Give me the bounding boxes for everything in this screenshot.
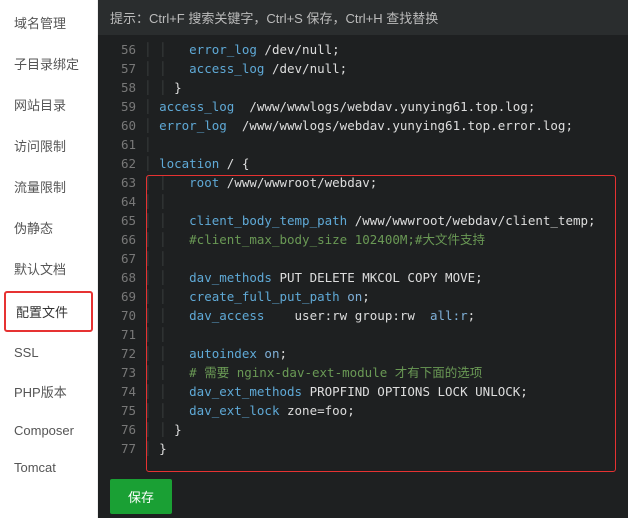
line-number: 60	[98, 116, 144, 135]
sidebar-item-2[interactable]: 网站目录	[0, 84, 97, 125]
code-line: 56│ │ error_log /dev/null;	[98, 40, 628, 59]
line-number: 66	[98, 230, 144, 249]
line-number: 56	[98, 40, 144, 59]
line-number: 64	[98, 192, 144, 211]
main-panel: 提示：Ctrl+F 搜索关键字，Ctrl+S 保存，Ctrl+H 查找替换 56…	[98, 0, 628, 518]
line-number: 63	[98, 173, 144, 192]
line-number: 76	[98, 420, 144, 439]
code-line: 70│ │ dav_access user:rw group:rw all:r;	[98, 306, 628, 325]
code-editor[interactable]: 56│ │ error_log /dev/null;57│ │ access_l…	[98, 35, 628, 518]
sidebar-item-8[interactable]: SSL	[0, 334, 97, 371]
code-line: 59│ access_log /www/wwwlogs/webdav.yunyi…	[98, 97, 628, 116]
line-number: 70	[98, 306, 144, 325]
sidebar-item-4[interactable]: 流量限制	[0, 166, 97, 207]
line-number: 59	[98, 97, 144, 116]
code-line: 73│ │ # 需要 nginx-dav-ext-module 才有下面的选项	[98, 363, 628, 382]
line-number: 65	[98, 211, 144, 230]
hint-bar: 提示：Ctrl+F 搜索关键字，Ctrl+S 保存，Ctrl+H 查找替换	[98, 0, 628, 35]
code-line: 68│ │ dav_methods PUT DELETE MKCOL COPY …	[98, 268, 628, 287]
code-line: 69│ │ create_full_put_path on;	[98, 287, 628, 306]
code-line: 75│ │ dav_ext_lock zone=foo;	[98, 401, 628, 420]
sidebar-item-0[interactable]: 域名管理	[0, 2, 97, 43]
code-line: 65│ │ client_body_temp_path /www/wwwroot…	[98, 211, 628, 230]
code-line: 64│ │	[98, 192, 628, 211]
line-number: 68	[98, 268, 144, 287]
line-number: 62	[98, 154, 144, 173]
sidebar-item-11[interactable]: Tomcat	[0, 449, 97, 486]
code-line: 63│ │ root /www/wwwroot/webdav;	[98, 173, 628, 192]
sidebar-item-3[interactable]: 访问限制	[0, 125, 97, 166]
save-button[interactable]: 保存	[110, 479, 172, 514]
sidebar-item-6[interactable]: 默认文档	[0, 248, 97, 289]
code-line: 60│ error_log /www/wwwlogs/webdav.yunyin…	[98, 116, 628, 135]
code-line: 61│	[98, 135, 628, 154]
line-number: 71	[98, 325, 144, 344]
line-number: 67	[98, 249, 144, 268]
code-line: 66│ │ #client_max_body_size 102400M;#大文件…	[98, 230, 628, 249]
sidebar-item-7[interactable]: 配置文件	[4, 291, 93, 332]
line-number: 75	[98, 401, 144, 420]
code-line: 67│ │	[98, 249, 628, 268]
code-line: 76│ │ }	[98, 420, 628, 439]
line-number: 72	[98, 344, 144, 363]
code-line: 58│ │ }	[98, 78, 628, 97]
sidebar-item-1[interactable]: 子目录绑定	[0, 43, 97, 84]
code-line: 77│ }	[98, 439, 628, 458]
sidebar: 域名管理子目录绑定网站目录访问限制流量限制伪静态默认文档配置文件SSLPHP版本…	[0, 0, 98, 518]
line-number: 74	[98, 382, 144, 401]
line-number: 57	[98, 59, 144, 78]
line-number: 73	[98, 363, 144, 382]
line-number: 61	[98, 135, 144, 154]
code-line: 62│ location / {	[98, 154, 628, 173]
code-line: 71│ │	[98, 325, 628, 344]
code-line: 72│ │ autoindex on;	[98, 344, 628, 363]
code-line: 74│ │ dav_ext_methods PROPFIND OPTIONS L…	[98, 382, 628, 401]
code-line: 57│ │ access_log /dev/null;	[98, 59, 628, 78]
sidebar-item-5[interactable]: 伪静态	[0, 207, 97, 248]
line-number: 77	[98, 439, 144, 458]
sidebar-item-9[interactable]: PHP版本	[0, 371, 97, 412]
line-number: 69	[98, 287, 144, 306]
line-number: 58	[98, 78, 144, 97]
sidebar-item-10[interactable]: Composer	[0, 412, 97, 449]
